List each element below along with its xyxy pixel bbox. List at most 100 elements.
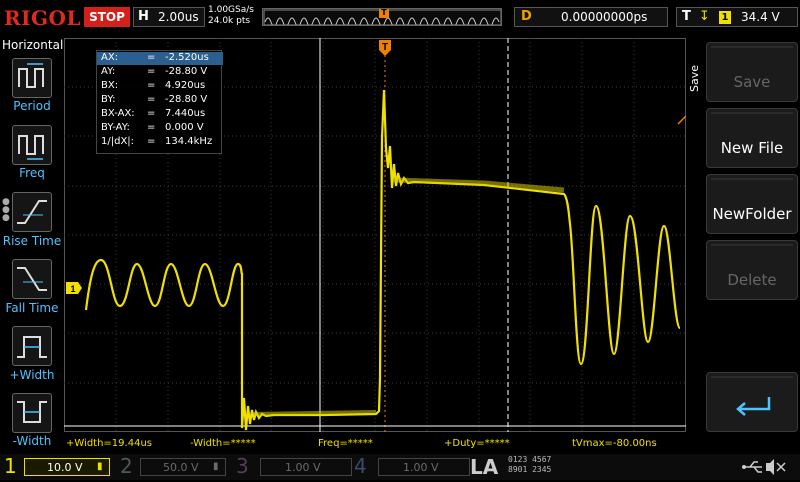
measurement-duty[interactable]: +Duty=***** [444, 438, 510, 449]
cursor-row-dy: BY-AY: = 0.000 V [97, 122, 223, 135]
cursor-value: -2.520us [165, 52, 209, 63]
channel-scale: 10.0 V [47, 461, 83, 474]
cursor-equals: = [147, 136, 156, 147]
channel-number: 2 [120, 454, 133, 478]
button-stripe [711, 46, 793, 48]
trigger-label: T [682, 9, 691, 24]
waveform-noise-band-low [253, 410, 377, 416]
delay-box[interactable]: D 0.00000000ps [514, 7, 668, 27]
channel-scale-box: 1.00 V [260, 458, 352, 476]
system-status-area [716, 456, 794, 478]
falling-edge-icon: ↧ [699, 9, 710, 24]
trigger-channel-badge: 1 [719, 11, 731, 24]
new-file-button[interactable]: New File [706, 108, 798, 168]
memory-position-bar[interactable]: T [262, 8, 502, 26]
cursor-equals: = [147, 94, 156, 105]
left-panel-title: Horizontal [2, 38, 64, 52]
memory-depth: 24.0k pts [208, 16, 251, 26]
cursor-row-dx: BX-AX: = 7.440us [97, 108, 223, 121]
new-folder-button-label: NewFolder [712, 205, 792, 223]
trigger-position-marker: T [379, 9, 389, 18]
cursor-crossing-marker: ↔ [316, 431, 324, 432]
trigger-level: 34.4 V [741, 10, 780, 24]
button-stripe [711, 112, 793, 114]
measurement-frequency[interactable]: Freq=***** [318, 438, 373, 449]
cursor-value: 4.920us [165, 80, 206, 91]
save-button[interactable]: Save [706, 42, 798, 102]
channel2-status[interactable]: 2 50.0 V ▮ [120, 454, 230, 478]
positive-width-button[interactable] [12, 326, 52, 366]
logic-analyzer-label[interactable]: LA [470, 455, 498, 479]
frequency-icon [18, 135, 44, 160]
delay-value: 0.00000000ps [561, 10, 648, 24]
cursor-key: BY: [101, 94, 116, 105]
fall-time-button[interactable] [12, 259, 52, 299]
cursor-key: 1/|dX|: [101, 136, 135, 147]
positive-width-icon [17, 336, 47, 358]
timebase-box[interactable]: H 2.00us [133, 7, 205, 27]
new-file-button-label: New File [720, 139, 784, 157]
frequency-button[interactable] [12, 125, 52, 165]
timebase-value: 2.00us [158, 10, 199, 24]
measurement-tvmax[interactable]: tVmax=-80.00ns [572, 438, 657, 449]
sample-rate: 1.00GSa/s [208, 5, 254, 15]
cursor-row-freq: 1/|dX|: = 134.4kHz [97, 136, 223, 149]
channel-number: 3 [236, 454, 249, 478]
channel-number: 4 [354, 454, 367, 478]
cursor-equals: = [147, 122, 156, 133]
channel1-status[interactable]: 1 10.0 V ▮ [4, 454, 114, 478]
measurement-negative-width[interactable]: -Width=***** [190, 438, 256, 449]
rise-time-icon [17, 200, 47, 224]
period-icon [18, 63, 44, 88]
fall-time-icon [17, 267, 47, 291]
positive-width-label: +Width [9, 368, 55, 382]
negative-width-label: -Width [12, 434, 52, 448]
timebase-label: H [138, 9, 149, 24]
rise-time-label: Rise Time [2, 234, 62, 248]
cursor-row-bx: BX: = 4.920us [97, 80, 223, 93]
button-stripe [711, 244, 793, 246]
channel-number: 1 [4, 454, 17, 478]
top-status-bar: RIGOL STOP H 2.00us 1.00GSa/s 24.0k pts … [0, 0, 800, 36]
measurement-positive-width[interactable]: +Width=19.44us [66, 438, 152, 449]
channel-scale-box: 1.00 V [378, 458, 470, 476]
new-folder-button[interactable]: NewFolder [706, 174, 798, 234]
period-label: Period [13, 99, 51, 113]
trigger-box[interactable]: T ↧ 1 34.4 V [676, 7, 798, 27]
cursor-equals: = [147, 66, 156, 77]
cursor-value: 0.000 V [165, 122, 204, 133]
cursor-value: -28.80 V [165, 66, 208, 77]
fall-time-label: Fall Time [5, 301, 59, 315]
channel-scale-box: 10.0 V ▮ [24, 458, 110, 476]
negative-width-button[interactable] [12, 393, 52, 433]
logic-digits-row: 8901 2345 [508, 465, 552, 474]
menu-title: Save [688, 64, 701, 92]
delete-button[interactable]: Delete [706, 240, 798, 300]
delay-label: D [521, 9, 532, 24]
enter-button[interactable] [706, 372, 798, 432]
page-indicator: ● ● ● [2, 197, 10, 223]
channel-scale-box: 50.0 V ▮ [140, 458, 226, 476]
measurement-bar: +Width=19.44us -Width=***** Freq=***** +… [64, 436, 686, 452]
cursor-key: BY-AY: [101, 122, 130, 133]
button-stripe [711, 178, 793, 180]
cursor-equals: = [147, 80, 156, 91]
rise-time-button[interactable] [12, 192, 52, 232]
negative-width-icon [17, 401, 47, 423]
cursor-value: -28.80 V [165, 94, 208, 105]
cursor-equals: = [147, 52, 156, 63]
svg-text:T: T [382, 42, 388, 53]
channel3-status[interactable]: 3 1.00 V [236, 454, 352, 478]
cursor-key: BX-AX: [101, 108, 135, 119]
frequency-label: Freq [19, 166, 45, 180]
cursor-key: AX: [101, 52, 119, 63]
channel4-status[interactable]: 4 1.00 V [354, 454, 470, 478]
brand-logo: RIGOL [4, 6, 82, 30]
cursor-key: BX: [101, 80, 119, 91]
period-button[interactable] [12, 58, 52, 98]
channel-coupling-icon: ▮ [213, 461, 219, 472]
run-stop-status[interactable]: STOP [84, 7, 130, 27]
channel-scale: 1.00 V [403, 461, 439, 474]
acquisition-info: 1.00GSa/s 24.0k pts [208, 5, 254, 27]
logic-channel-digits: 0123 4567 8901 2345 [508, 455, 551, 475]
